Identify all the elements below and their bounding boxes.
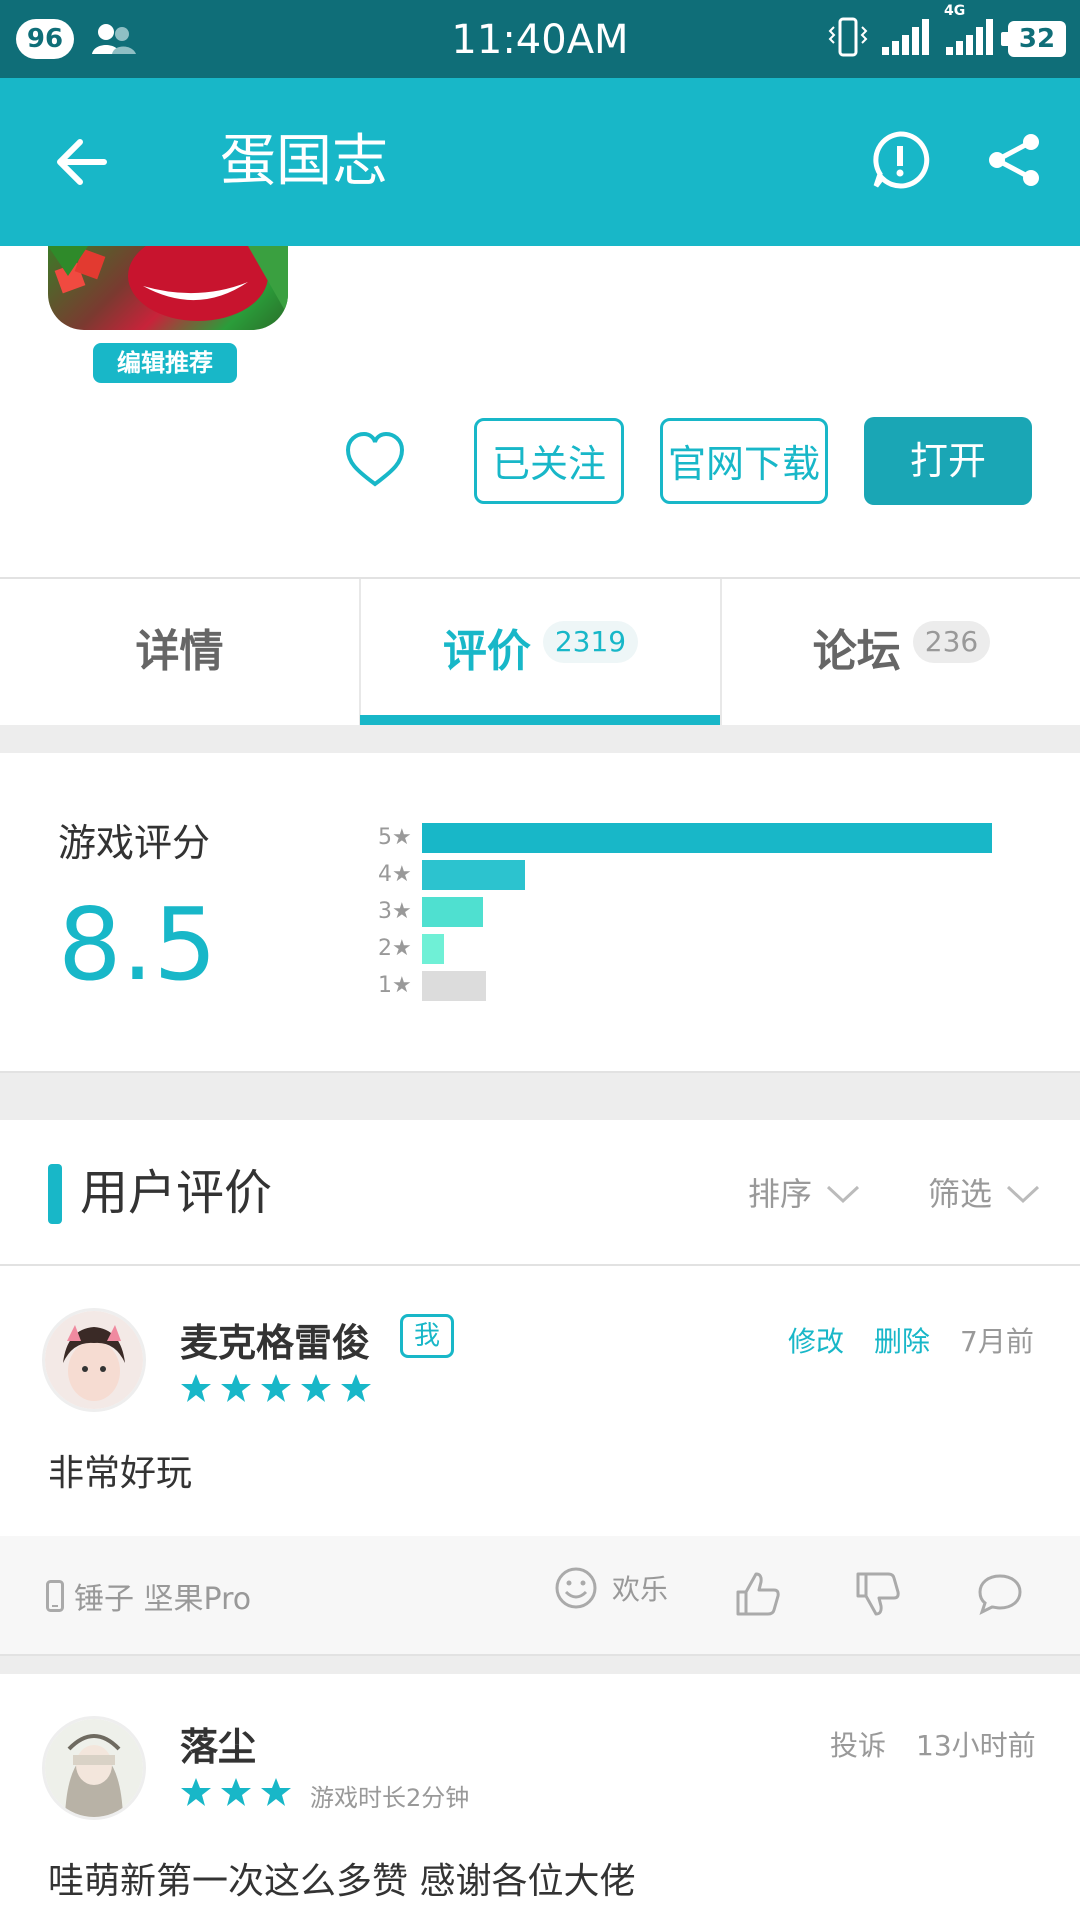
rating-bar-label: 5★ bbox=[378, 825, 412, 850]
editor-recommend-badge: 编辑推荐 bbox=[93, 343, 237, 383]
rating-bar-row: 2★ bbox=[378, 934, 998, 964]
review-body: 哇萌新第一次这么多赞 感谢各位大佬 bbox=[48, 1861, 636, 1902]
review-stars bbox=[180, 1776, 292, 1808]
report-button[interactable] bbox=[870, 130, 930, 190]
section-accent-bar bbox=[48, 1164, 62, 1224]
dislike-button[interactable] bbox=[854, 1570, 902, 1618]
rating-bar bbox=[422, 860, 525, 890]
tab-reviews[interactable]: 评价 2319 bbox=[361, 579, 720, 725]
network-type-label: 4G bbox=[944, 3, 966, 19]
status-bar: 96 11:40AM 4G 32 bbox=[0, 0, 1080, 78]
review-body: 非常好玩 bbox=[48, 1453, 193, 1494]
chevron-down-icon bbox=[1006, 1185, 1040, 1204]
back-button[interactable] bbox=[52, 132, 112, 192]
app-icon bbox=[48, 246, 288, 330]
vibrate-icon bbox=[828, 15, 868, 63]
avatar[interactable] bbox=[42, 1716, 146, 1820]
tab-label: 论坛 bbox=[812, 626, 901, 677]
avatar[interactable] bbox=[42, 1308, 146, 1412]
speech-bubble-icon bbox=[978, 1574, 1022, 1615]
rating-bar bbox=[422, 897, 483, 927]
star-icon bbox=[181, 1374, 211, 1402]
edit-review-link[interactable]: 修改 bbox=[788, 1320, 844, 1360]
rating-bar-row: 5★ bbox=[378, 823, 998, 853]
tab-count-badge: 2319 bbox=[542, 621, 639, 663]
signal-icon bbox=[880, 17, 932, 61]
rating-bar-label: 1★ bbox=[378, 973, 412, 998]
open-button[interactable]: 打开 bbox=[864, 417, 1032, 505]
report-link[interactable]: 投诉 bbox=[830, 1724, 886, 1764]
rating-title: 游戏评分 bbox=[58, 821, 211, 865]
section-divider bbox=[0, 1654, 1080, 1674]
share-button[interactable] bbox=[985, 130, 1045, 190]
rating-bar-label: 4★ bbox=[378, 862, 412, 887]
star-icon bbox=[221, 1778, 251, 1806]
rating-bar bbox=[422, 971, 486, 1001]
smiley-icon bbox=[555, 1567, 597, 1609]
signal-4g-icon: 4G bbox=[944, 3, 996, 61]
tab-label: 详情 bbox=[135, 626, 224, 677]
sort-dropdown[interactable]: 排序 bbox=[748, 1172, 860, 1216]
comment-button[interactable] bbox=[976, 1570, 1024, 1618]
star-icon bbox=[341, 1374, 371, 1402]
arrow-left-icon bbox=[57, 139, 107, 185]
filter-label: 筛选 bbox=[928, 1175, 993, 1213]
reviews-section-header: 用户评价 排序 筛选 bbox=[0, 1120, 1080, 1266]
delete-review-link[interactable]: 删除 bbox=[874, 1320, 930, 1360]
official-download-button[interactable]: 官网下载 bbox=[660, 418, 828, 504]
phone-icon bbox=[46, 1580, 64, 1612]
app-bar: 蛋国志 bbox=[0, 78, 1080, 246]
reviewer-name[interactable]: 麦克格雷俊 bbox=[180, 1312, 370, 1367]
tab-count-badge: 236 bbox=[912, 621, 991, 663]
page-title: 蛋国志 bbox=[220, 129, 388, 194]
filter-dropdown[interactable]: 筛选 bbox=[928, 1172, 1040, 1216]
followed-button[interactable]: 已关注 bbox=[474, 418, 624, 504]
sort-label: 排序 bbox=[748, 1175, 813, 1213]
mood-button[interactable]: 欢乐 bbox=[554, 1566, 668, 1610]
favorite-button[interactable] bbox=[344, 430, 406, 492]
tab-details[interactable]: 详情 bbox=[0, 579, 359, 725]
rating-bar-row: 4★ bbox=[378, 860, 998, 890]
thumbs-down-icon bbox=[856, 1572, 900, 1616]
rating-bar-label: 2★ bbox=[378, 936, 412, 961]
like-button[interactable] bbox=[734, 1570, 782, 1618]
device-info: 锤子 坚果Pro bbox=[46, 1574, 251, 1618]
mood-label: 欢乐 bbox=[612, 1573, 669, 1606]
star-icon bbox=[221, 1374, 251, 1402]
playtime-label: 游戏时长2分钟 bbox=[310, 1784, 470, 1812]
star-icon bbox=[181, 1778, 211, 1806]
rating-bar bbox=[422, 934, 444, 964]
tab-forum[interactable]: 论坛 236 bbox=[722, 579, 1080, 725]
review-time: 13小时前 bbox=[916, 1729, 1036, 1762]
tab-bar: 详情 评价 2319 论坛 236 bbox=[0, 577, 1080, 727]
section-title: 用户评价 bbox=[80, 1165, 273, 1221]
section-divider bbox=[0, 725, 1080, 753]
exclamation-bubble-icon bbox=[873, 131, 930, 189]
review-stars bbox=[180, 1372, 372, 1404]
review-time: 7月前 bbox=[960, 1325, 1034, 1358]
chevron-down-icon bbox=[826, 1185, 860, 1204]
review-footer: 锤子 坚果Pro 欢乐 bbox=[0, 1536, 1080, 1654]
battery-indicator: 32 bbox=[1001, 21, 1066, 57]
star-icon bbox=[301, 1374, 331, 1402]
star-icon bbox=[261, 1374, 291, 1402]
device-name: 锤子 坚果Pro bbox=[74, 1582, 252, 1617]
rating-bar bbox=[422, 823, 992, 853]
share-icon bbox=[989, 134, 1039, 186]
rating-score: 8.5 bbox=[58, 886, 218, 1003]
reviewer-name[interactable]: 落尘 bbox=[180, 1716, 256, 1771]
rating-bar-row: 1★ bbox=[378, 971, 998, 1001]
me-tag: 我 bbox=[400, 1314, 454, 1358]
thumbs-up-icon bbox=[736, 1572, 780, 1616]
heart-icon bbox=[345, 431, 405, 487]
rating-bar-label: 3★ bbox=[378, 899, 412, 924]
tab-label: 评价 bbox=[442, 626, 531, 677]
active-tab-indicator bbox=[360, 715, 720, 725]
rating-bar-row: 3★ bbox=[378, 897, 998, 927]
status-icons: 4G 32 bbox=[828, 3, 1066, 63]
star-icon bbox=[261, 1778, 291, 1806]
section-divider bbox=[0, 1071, 1080, 1123]
